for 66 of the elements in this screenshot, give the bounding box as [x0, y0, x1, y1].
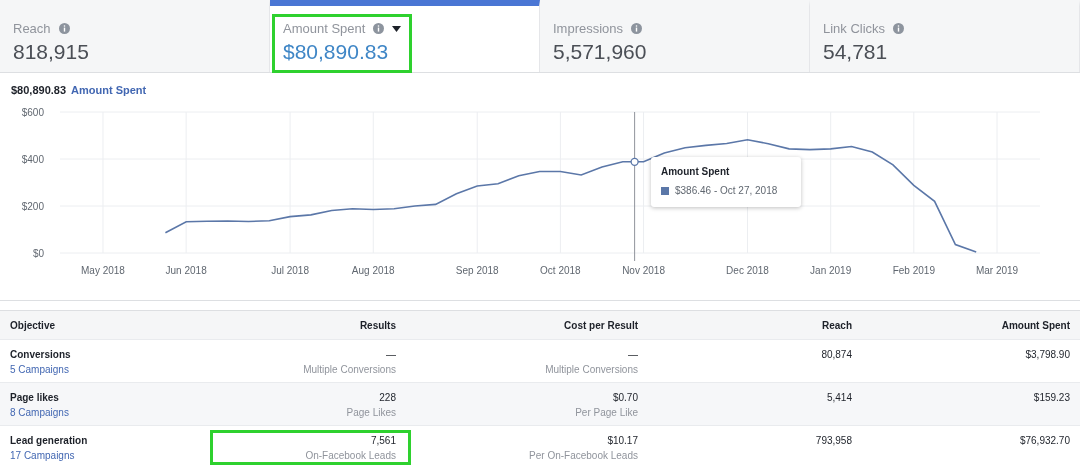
- results-value: 228: [379, 392, 396, 403]
- objective-name: Lead generation: [10, 435, 89, 446]
- reach-value: 793,958: [815, 435, 852, 446]
- amount-value: $159.23: [1033, 392, 1070, 403]
- hover-point: [630, 157, 639, 166]
- objective-name: Page likes: [10, 392, 60, 403]
- info-icon: [373, 23, 385, 34]
- column-header: Objective: [10, 319, 57, 331]
- metric-value: $80,890.83: [283, 40, 390, 64]
- metric-label: Impressions: [553, 21, 624, 36]
- column-header: Results: [359, 319, 396, 331]
- results-value: 7,561: [370, 435, 396, 446]
- axis-tick-label: Dec 2018: [726, 265, 769, 276]
- cost-value: $0.70: [612, 392, 638, 403]
- axis-tick-label: Oct 2018: [540, 265, 581, 276]
- total-value: $80,890.83: [11, 84, 67, 96]
- column-header: Amount Spent: [1001, 319, 1070, 331]
- axis-tick-label: $400: [21, 154, 44, 165]
- axis-tick-label: Aug 2018: [351, 265, 395, 276]
- metric-value: 5,571,960: [553, 40, 647, 64]
- metric-value: 54,781: [823, 40, 889, 64]
- info-icon: [893, 23, 905, 34]
- axis-tick-label: $0: [32, 248, 44, 259]
- metric-tab[interactable]: Amount Spent $80,890.83: [270, 0, 540, 72]
- campaigns-link[interactable]: 8 Campaigns: [10, 407, 210, 418]
- amount-value: $76,932.70: [1019, 435, 1070, 446]
- tooltip-title: Amount Spent: [661, 166, 731, 177]
- axis-tick-label: Sep 2018: [455, 265, 499, 276]
- cost-unit: Per Page Like: [575, 407, 638, 418]
- metric-name: Amount Spent: [71, 84, 147, 96]
- campaigns-link[interactable]: 5 Campaigns: [10, 364, 210, 375]
- metric-tab[interactable]: Link Clicks 54,781: [810, 0, 1080, 72]
- results-unit: On-Facebook Leads: [305, 450, 396, 461]
- axis-tick-label: Feb 2019: [892, 265, 935, 276]
- axis-tick-label: $200: [21, 201, 44, 212]
- axis-tick-label: Jan 2019: [810, 265, 852, 276]
- results-value: —: [386, 349, 396, 360]
- metric-label: Link Clicks: [823, 21, 886, 36]
- cost-unit: Per On-Facebook Leads: [529, 450, 638, 461]
- objective-name: Conversions: [10, 349, 72, 360]
- cost-value: $10.17: [607, 435, 638, 446]
- column-header: Reach: [822, 319, 852, 331]
- results-unit: Multiple Conversions: [303, 364, 396, 375]
- results-unit: Page Likes: [346, 407, 396, 418]
- metric-value: 818,915: [13, 40, 89, 64]
- campaigns-link[interactable]: 17 Campaigns: [10, 450, 210, 461]
- axis-tick-label: $600: [21, 107, 44, 118]
- metric-tab[interactable]: Impressions 5,571,960: [540, 0, 810, 72]
- axis-tick-label: May 2018: [81, 265, 125, 276]
- axis-tick-label: Mar 2019: [975, 265, 1019, 276]
- axis-tick-label: Nov 2018: [622, 265, 665, 276]
- axis-tick-label: Jun 2018: [165, 265, 207, 276]
- metric-label: Amount Spent: [283, 21, 366, 36]
- metric-label: Reach: [13, 21, 51, 36]
- amount-value: $3,798.90: [1025, 349, 1070, 360]
- axis-tick-label: Jul 2018: [271, 265, 309, 276]
- reach-value: 5,414: [826, 392, 852, 403]
- cost-unit: Multiple Conversions: [545, 364, 638, 375]
- tooltip-value: $386.46 - Oct 27, 2018: [675, 185, 778, 196]
- cost-value: —: [628, 349, 638, 360]
- info-icon: [631, 23, 643, 34]
- metric-tab[interactable]: Reach 818,915: [0, 0, 270, 72]
- info-icon: [58, 23, 70, 34]
- reach-value: 80,874: [821, 349, 852, 360]
- caret-icon[interactable]: [392, 25, 402, 32]
- column-header: Cost per Result: [564, 319, 638, 331]
